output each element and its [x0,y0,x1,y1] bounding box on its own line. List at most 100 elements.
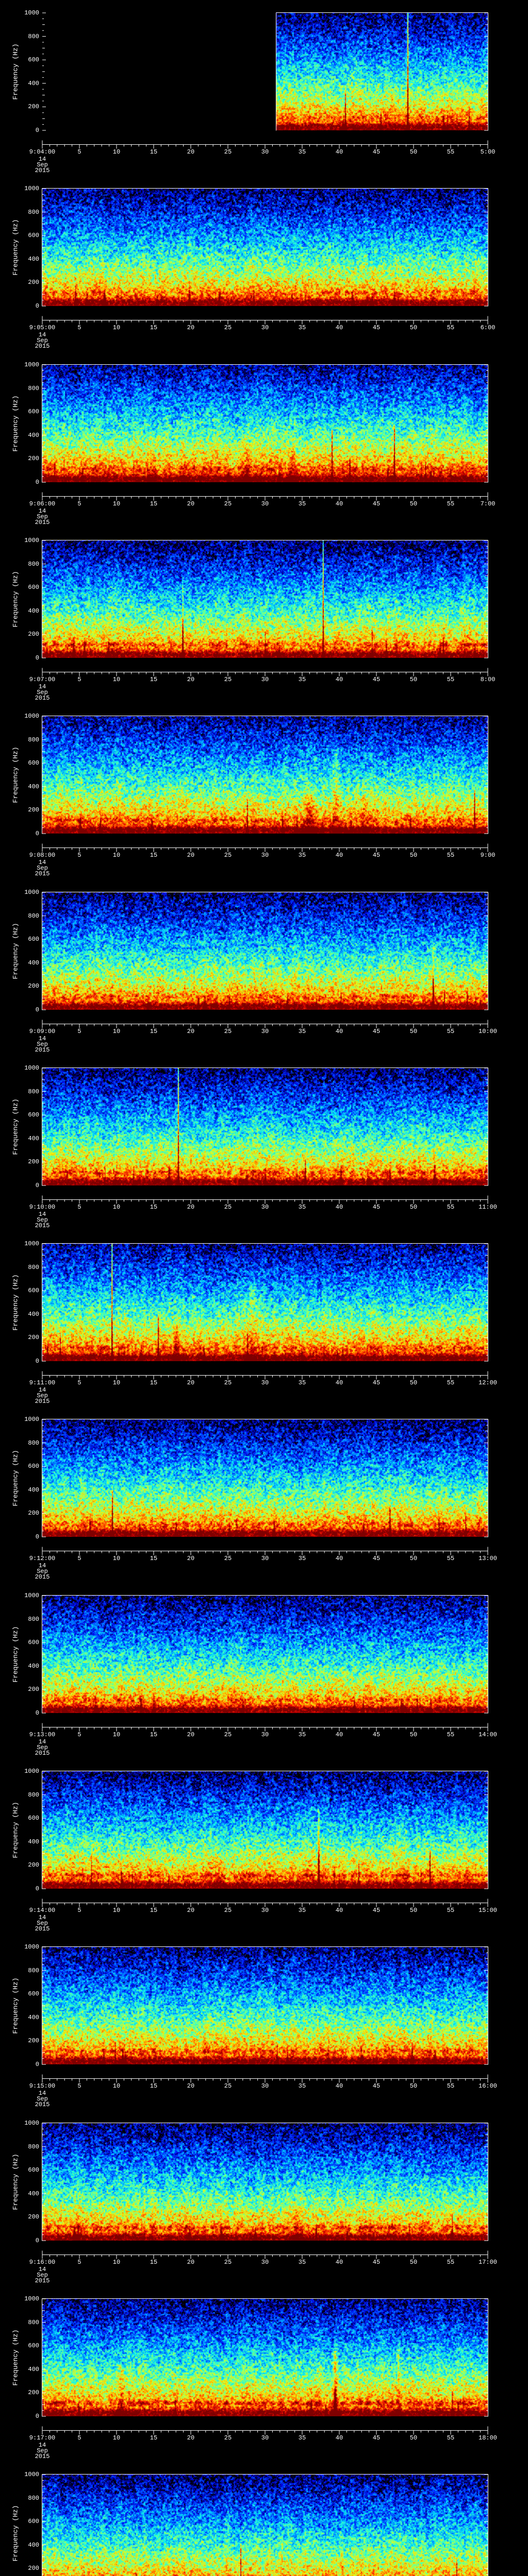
date-label: 2015 [35,1046,50,1054]
x-tick-label: 40 [335,1907,343,1914]
x-tick-label: 35 [298,2434,306,2442]
y-tick-label: 600 [28,1639,39,1647]
x-tick-label: 40 [335,1204,343,1211]
y-tick-label: 400 [28,1662,39,1670]
y-tick-label: 1000 [24,1768,39,1775]
panel-start-time-label: 9:15:00 [29,2082,56,2090]
x-tick-label: 30 [261,500,269,507]
panel-start-time-label: 9:13:00 [29,1731,56,1738]
x-tick-label: 30 [261,1555,269,1562]
date-label: 2015 [35,2453,50,2460]
y-tick-label: 200 [28,279,39,286]
y-tick-label: 800 [28,1791,39,1799]
x-tick-label: 40 [335,1379,343,1386]
x-tick-label: 35 [298,1907,306,1914]
date-label: 2015 [35,870,50,877]
y-tick-label: 0 [35,2237,39,2244]
y-tick-label: 1000 [24,9,39,16]
y-tick-label: 600 [28,1287,39,1295]
panel-start-time-label: 9:11:00 [29,1379,56,1386]
axes-frame [42,2474,488,2576]
panel-end-time-label: 9:00 [480,852,496,859]
x-tick-label: 25 [224,2434,232,2442]
x-tick-label: 40 [335,148,343,156]
x-tick-label: 45 [372,852,381,859]
spectrogram-panel: Frequency (Hz) 0 200 400 600 800 1000 9:07:00 5… [0,528,528,703]
panel-end-time-label: 11:00 [478,1204,498,1211]
y-tick-label: 1000 [24,1064,39,1072]
x-tick-label: 45 [372,148,381,156]
x-tick-label: 10 [112,1555,121,1562]
x-tick-label: 40 [335,852,343,859]
y-tick-label: 800 [28,736,39,743]
x-tick-label: 20 [187,852,195,859]
y-tick-label: 600 [28,2518,39,2526]
x-tick-label: 25 [224,500,232,507]
y-tick-label: 800 [28,912,39,920]
x-tick-label: 45 [372,2434,381,2442]
panel-end-time-label: 17:00 [478,2259,498,2266]
panel-start-time-label: 9:12:00 [29,1555,56,1562]
y-tick-label: 0 [35,1358,39,1365]
y-tick-label: 1000 [24,1592,39,1599]
y-tick-label: 400 [28,1310,39,1318]
x-tick-label: 10 [112,2082,121,2090]
panel-start-time-label: 9:17:00 [29,2434,56,2442]
spectrogram-panel: Frequency (Hz) 0 200 400 600 800 1000 9:13:00 5… [0,1583,528,1758]
y-tick-label: 200 [28,1510,39,1517]
x-tick-label: 10 [112,1731,121,1738]
x-tick-label: 10 [112,324,121,331]
y-tick-label: 200 [28,2213,39,2221]
x-tick-label: 35 [298,1204,306,1211]
x-tick-label: 5 [77,2259,81,2266]
y-tick-label: 400 [28,2365,39,2373]
y-tick-label: 400 [28,959,39,967]
x-tick-label: 30 [261,324,269,331]
panel-start-time-label: 9:04:00 [29,148,56,156]
x-tick-label: 15 [150,2259,158,2266]
y-tick-label: 400 [28,1486,39,1494]
y-tick-label: 800 [28,1615,39,1623]
date-label: 2015 [35,2277,50,2284]
x-tick-label: 15 [150,1028,158,1035]
y-tick-label: 600 [28,1815,39,1822]
x-tick-label: 25 [224,1907,232,1914]
x-tick-label: 35 [298,1731,306,1738]
y-tick-label: 400 [28,1134,39,1142]
y-tick-label: 200 [28,2037,39,2045]
x-tick-label: 5 [77,676,81,683]
x-tick-label: 45 [372,676,381,683]
y-tick-label: 600 [28,759,39,767]
date-label: 2015 [35,1573,50,1581]
panel-end-time-label: 13:00 [478,1555,498,1562]
x-tick-label: 15 [150,500,158,507]
y-tick-label: 200 [28,806,39,814]
x-tick-label: 30 [261,1907,269,1914]
x-tick-label: 25 [224,1028,232,1035]
x-tick-label: 5 [77,1028,81,1035]
panel-end-time-label: 5:00 [480,148,496,156]
panel-end-time-label: 16:00 [478,2082,498,2090]
y-tick-label: 400 [28,2541,39,2549]
panel-start-time-label: 9:14:00 [29,1907,56,1914]
spectrogram-panel: Frequency (Hz) 0 200 400 600 800 1000 9:17:00 5… [0,2286,528,2462]
spectrogram-panel: Frequency (Hz) 0 200 400 600 800 1000 9:14:00 5… [0,1758,528,1934]
y-tick-label: 800 [28,2318,39,2326]
x-tick-label: 35 [298,2082,306,2090]
x-tick-label: 20 [187,1907,195,1914]
y-tick-label: 600 [28,584,39,591]
panel-end-time-label: 6:00 [480,324,496,331]
x-tick-label: 35 [298,1028,306,1035]
x-tick-label: 10 [112,500,121,507]
x-tick-label: 35 [298,1379,306,1386]
x-tick-label: 50 [409,2082,418,2090]
x-tick-label: 10 [112,1379,121,1386]
x-tick-label: 45 [372,1204,381,1211]
y-tick-label: 600 [28,1111,39,1119]
y-tick-label: 0 [35,654,39,662]
x-tick-label: 50 [409,1028,418,1035]
spectrogram-panel: Frequency (Hz) 0 200 400 600 800 1000 9:15:00 5… [0,1934,528,2110]
x-tick-label: 15 [150,1204,158,1211]
x-tick-label: 30 [261,1204,269,1211]
x-tick-label: 50 [409,676,418,683]
